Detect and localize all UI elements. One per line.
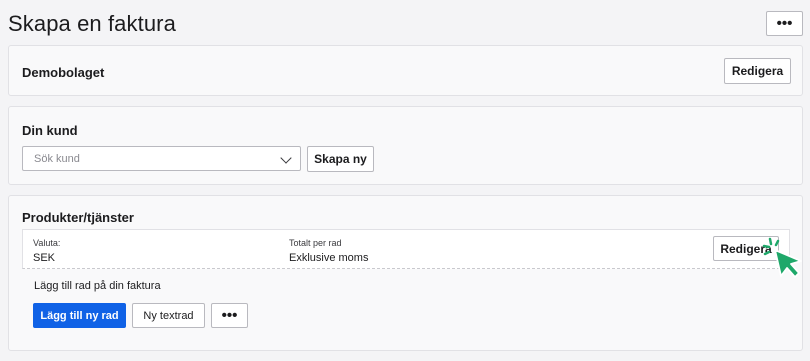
currency-value: SEK: [33, 252, 56, 264]
more-icon: •••: [221, 307, 238, 324]
more-icon: •••: [776, 15, 793, 32]
invoice-settings-row: Valuta: SEK Totalt per rad Exklusive mom…: [22, 229, 790, 269]
more-options-button[interactable]: •••: [766, 11, 803, 36]
page-title: Skapa en faktura: [8, 11, 176, 36]
customer-card: Din kund Sök kund Skapa ny: [8, 106, 803, 185]
new-text-row-button[interactable]: Ny textrad: [132, 303, 205, 328]
more-row-options-button[interactable]: •••: [211, 303, 248, 328]
total-value: Exklusive moms: [289, 252, 369, 264]
chevron-down-icon: [280, 152, 292, 164]
currency-label: Valuta:: [33, 238, 61, 248]
customer-search-placeholder: Sök kund: [34, 152, 80, 165]
pointer-cursor-icon: [762, 237, 806, 288]
customer-search-select[interactable]: Sök kund: [22, 146, 301, 171]
company-card: Demobolaget Redigera: [8, 45, 803, 96]
total-label: Totalt per rad: [289, 238, 342, 248]
edit-company-button[interactable]: Redigera: [724, 58, 791, 84]
products-card: Produkter/tjänster Valuta: SEK Totalt pe…: [8, 195, 803, 351]
customer-section-title: Din kund: [22, 123, 78, 138]
create-customer-button[interactable]: Skapa ny: [307, 146, 374, 172]
products-section-title: Produkter/tjänster: [22, 210, 134, 225]
add-row-text: Lägg till rad på din faktura: [34, 280, 161, 292]
add-new-row-button[interactable]: Lägg till ny rad: [33, 303, 126, 328]
company-name: Demobolaget: [22, 65, 105, 80]
